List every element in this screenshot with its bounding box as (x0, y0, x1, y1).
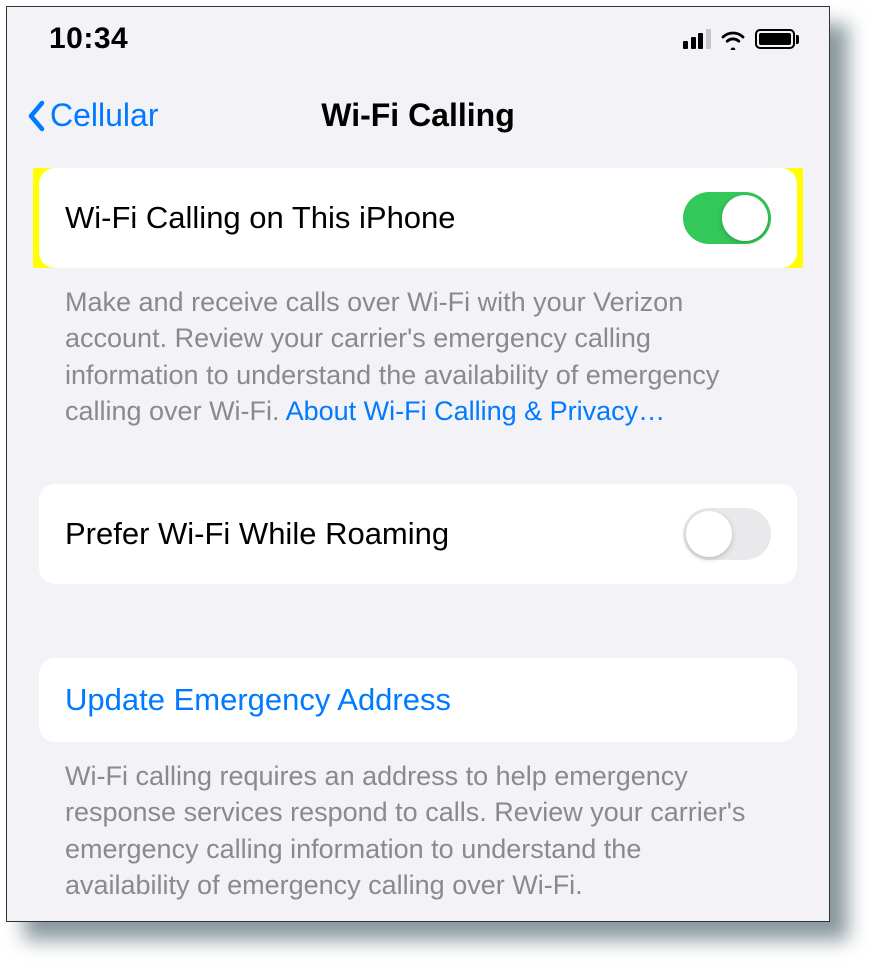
wifi-calling-row[interactable]: Wi-Fi Calling on This iPhone (39, 168, 797, 268)
prefer-roaming-row[interactable]: Prefer Wi-Fi While Roaming (39, 484, 797, 584)
status-icons (683, 28, 799, 50)
emergency-address-footer: Wi-Fi calling requires an address to hel… (39, 742, 797, 904)
update-emergency-address-row[interactable]: Update Emergency Address (39, 658, 797, 742)
wifi-calling-toggle[interactable] (683, 192, 771, 244)
wifi-calling-footer: Make and receive calls over Wi-Fi with y… (39, 268, 797, 430)
status-time: 10:34 (49, 22, 128, 56)
nav-bar: Cellular Wi-Fi Calling (7, 67, 829, 168)
wifi-icon (719, 28, 747, 50)
update-emergency-address-label: Update Emergency Address (65, 682, 451, 718)
wifi-calling-label: Wi-Fi Calling on This iPhone (65, 200, 456, 236)
battery-icon (755, 29, 800, 49)
cellular-signal-icon (683, 29, 711, 49)
back-button[interactable]: Cellular (27, 97, 158, 134)
back-label: Cellular (50, 97, 158, 134)
about-wifi-calling-link[interactable]: About Wi-Fi Calling & Privacy… (286, 396, 666, 426)
highlighted-row-wrapper: Wi-Fi Calling on This iPhone (33, 168, 803, 268)
prefer-roaming-label: Prefer Wi-Fi While Roaming (65, 516, 449, 552)
settings-screen: 10:34 Cellular Wi (6, 6, 830, 922)
chevron-left-icon (27, 100, 46, 132)
footer-emergency-text: Wi-Fi calling requires an address to hel… (65, 761, 745, 900)
content-area: Wi-Fi Calling on This iPhone Make and re… (7, 168, 829, 904)
prefer-roaming-toggle[interactable] (683, 508, 771, 560)
status-bar: 10:34 (7, 7, 829, 67)
page-title: Wi-Fi Calling (321, 97, 514, 134)
